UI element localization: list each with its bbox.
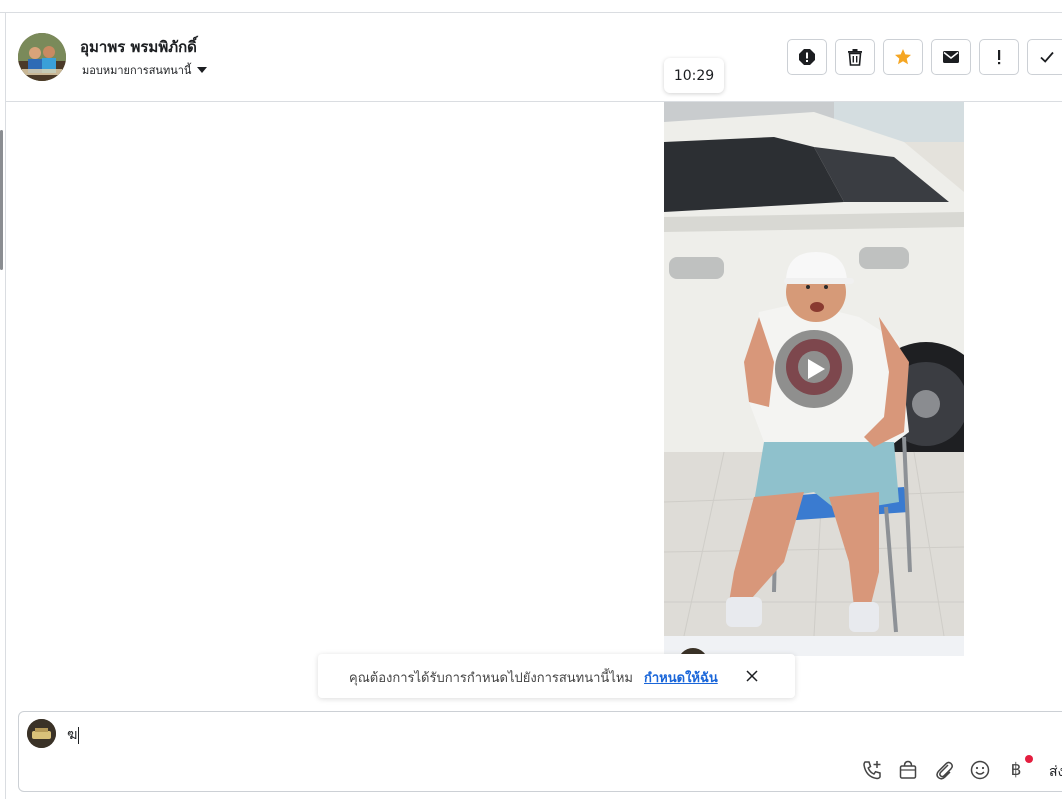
action-toolbar	[787, 39, 1062, 75]
video-message[interactable]	[664, 102, 964, 636]
sender-avatar	[27, 719, 56, 748]
shopping-bag-icon	[899, 760, 917, 779]
star-icon	[895, 49, 911, 65]
contact-avatar[interactable]	[18, 33, 66, 81]
assign-banner: คุณต้องการได้รับการกำหนดไปยังการสนทนานี้…	[318, 654, 795, 698]
attach-button[interactable]	[933, 759, 955, 781]
mark-done-button[interactable]	[1027, 39, 1062, 75]
left-divider	[5, 12, 6, 799]
assign-conversation-dropdown[interactable]: มอบหมายการสนทนานี้	[82, 61, 208, 79]
message-composer: ฆ ฿ ส่ง	[18, 711, 1062, 792]
message-timestamp: 10:29	[664, 58, 724, 93]
trash-icon	[848, 49, 862, 66]
exclamation-icon	[998, 50, 1001, 65]
call-icon	[863, 761, 881, 780]
envelope-icon	[943, 51, 959, 63]
spam-icon	[799, 49, 815, 65]
follow-up-button[interactable]	[979, 39, 1019, 75]
assign-to-me-link[interactable]: กำหนดให้ฉัน	[644, 667, 718, 688]
conversation-header: อุมาพร พรมพิภักดิ์ มอบหมายการสนทนานี้	[6, 13, 1062, 102]
assign-banner-text: คุณต้องการได้รับการกำหนดไปยังการสนทนานี้…	[349, 671, 633, 686]
emoji-icon	[970, 760, 990, 780]
assign-label: มอบหมายการสนทนานี้	[82, 64, 192, 77]
scrollbar-thumb[interactable]	[0, 130, 3, 270]
notification-dot	[1025, 755, 1033, 763]
caret-down-icon	[197, 67, 208, 73]
play-icon	[808, 359, 825, 379]
mark-unread-button[interactable]	[931, 39, 971, 75]
video-footer	[664, 636, 964, 656]
message-input[interactable]: ฆ	[67, 724, 80, 746]
send-button[interactable]: ส่ง	[1049, 761, 1062, 783]
text-cursor	[78, 726, 80, 744]
payment-button[interactable]: ฿	[1005, 755, 1033, 781]
baht-icon: ฿	[1010, 760, 1022, 780]
delete-button[interactable]	[835, 39, 875, 75]
check-icon	[1040, 51, 1054, 63]
message-input-value: ฆ	[67, 727, 78, 743]
paperclip-icon	[936, 761, 953, 780]
close-icon[interactable]	[744, 668, 760, 684]
shop-button[interactable]	[897, 759, 919, 781]
contact-name[interactable]: อุมาพร พรมพิภักดิ์	[80, 35, 197, 59]
mark-spam-button[interactable]	[787, 39, 827, 75]
star-button[interactable]	[883, 39, 923, 75]
call-button[interactable]	[861, 759, 883, 781]
composer-tools: ฿	[861, 755, 1033, 781]
emoji-button[interactable]	[969, 759, 991, 781]
play-button[interactable]	[775, 330, 853, 408]
